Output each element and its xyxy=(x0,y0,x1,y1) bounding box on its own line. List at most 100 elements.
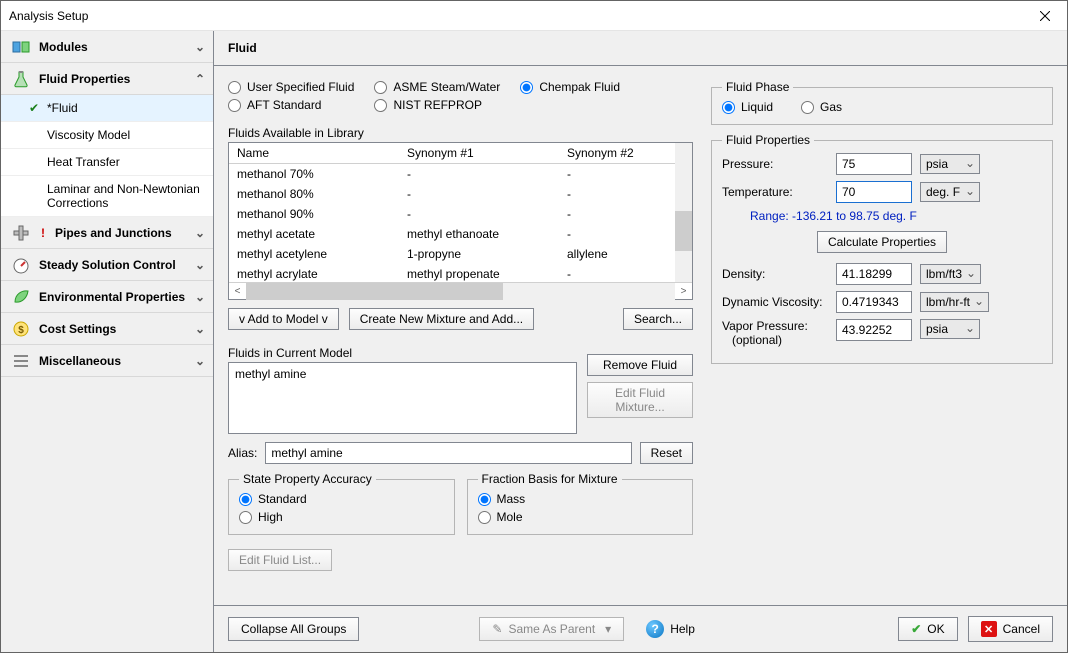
check-icon: ✔ xyxy=(29,101,39,115)
density-unit-select[interactable]: lbm/ft3 xyxy=(920,264,981,284)
main-panel: Fluid User Specified Fluid ASME Steam/Wa… xyxy=(214,31,1067,652)
chevron-down-icon: ⌄ xyxy=(195,322,205,336)
create-mixture-button[interactable]: Create New Mixture and Add... xyxy=(349,308,534,330)
radio-fraction-mole[interactable]: Mole xyxy=(478,510,683,524)
vapor-pressure-input[interactable] xyxy=(836,319,912,341)
dyn-viscosity-input[interactable] xyxy=(836,291,912,313)
grid-row[interactable]: methyl acetatemethyl ethanoate- xyxy=(229,224,675,244)
radio-accuracy-standard[interactable]: Standard xyxy=(239,492,444,506)
density-label: Density: xyxy=(722,267,828,281)
fluid-properties-legend: Fluid Properties xyxy=(722,133,814,147)
fluid-properties-group: Fluid Properties Pressure: psia Temperat… xyxy=(711,133,1053,364)
grid-row[interactable]: methyl acetylene1-propyneallylene xyxy=(229,244,675,264)
sidebar-group-modules[interactable]: Modules ⌄ xyxy=(1,31,213,63)
sidebar-group-pipes-junctions[interactable]: ! Pipes and Junctions ⌄ xyxy=(1,217,213,249)
alias-row: Alias: Reset xyxy=(228,442,693,464)
state-accuracy-legend: State Property Accuracy xyxy=(239,472,376,486)
grid-row[interactable]: methanol 80%-- xyxy=(229,184,675,204)
sidebar: Modules ⌄ Fluid Properties ⌃ ✔ *Fluid Vi… xyxy=(1,31,214,652)
flask-icon xyxy=(11,69,31,89)
gauge-icon xyxy=(11,255,31,275)
close-button[interactable] xyxy=(1022,1,1067,30)
dyn-viscosity-label: Dynamic Viscosity: xyxy=(722,295,828,309)
sidebar-group-environmental[interactable]: Environmental Properties ⌄ xyxy=(1,281,213,313)
help-icon: ? xyxy=(646,620,664,638)
search-button[interactable]: Search... xyxy=(623,308,693,330)
dyn-viscosity-unit-select[interactable]: lbm/hr-ft xyxy=(920,292,989,312)
add-to-model-button[interactable]: v Add to Model v xyxy=(228,308,339,330)
fraction-basis-group: Fraction Basis for Mixture Mass Mole xyxy=(467,472,694,535)
density-input[interactable] xyxy=(836,263,912,285)
radio-phase-gas[interactable]: Gas xyxy=(801,100,842,114)
vapor-pressure-unit-select[interactable]: psia xyxy=(920,319,980,339)
collapse-groups-button[interactable]: Collapse All Groups xyxy=(228,617,359,641)
fluid-library-grid[interactable]: Name Synonym #1 Synonym #2 methanol 70%-… xyxy=(228,142,693,300)
dropdown-icon: ▾ xyxy=(605,622,611,636)
col-header-syn2[interactable]: Synonym #2 xyxy=(567,146,684,160)
pressure-input[interactable] xyxy=(836,153,912,175)
radio-phase-liquid[interactable]: Liquid xyxy=(722,100,773,114)
sidebar-item-viscosity-model[interactable]: Viscosity Model xyxy=(1,122,213,149)
check-icon: ✔ xyxy=(911,622,921,636)
leaf-icon xyxy=(11,287,31,307)
reset-button[interactable]: Reset xyxy=(640,442,693,464)
ok-button[interactable]: ✔ OK xyxy=(898,617,957,641)
radio-chempak[interactable]: Chempak Fluid xyxy=(520,80,620,94)
radio-nist-refprop[interactable]: NIST REFPROP xyxy=(374,98,481,112)
remove-fluid-button[interactable]: Remove Fluid xyxy=(587,354,693,376)
sidebar-item-fluid[interactable]: ✔ *Fluid xyxy=(1,95,213,122)
fluid-phase-legend: Fluid Phase xyxy=(722,80,793,94)
modules-icon xyxy=(11,37,31,57)
sidebar-group-steady-solution[interactable]: Steady Solution Control ⌄ xyxy=(1,249,213,281)
grid-row[interactable]: methyl acrylatemethyl propenate- xyxy=(229,264,675,282)
fluid-phase-group: Fluid Phase Liquid Gas xyxy=(711,80,1053,125)
sidebar-group-fluid-properties[interactable]: Fluid Properties ⌃ xyxy=(1,63,213,95)
chevron-down-icon: ⌄ xyxy=(195,40,205,54)
window-title: Analysis Setup xyxy=(9,9,1022,23)
edit-mixture-button: Edit Fluid Mixture... xyxy=(587,382,693,418)
radio-fraction-mass[interactable]: Mass xyxy=(478,492,683,506)
grid-row[interactable]: methanol 70%-- xyxy=(229,164,675,184)
cancel-button[interactable]: ✕ Cancel xyxy=(968,616,1053,642)
radio-user-specified[interactable]: User Specified Fluid xyxy=(228,80,354,94)
pipes-icon xyxy=(11,223,31,243)
horizontal-scrollbar[interactable]: < > xyxy=(229,282,692,299)
state-accuracy-group: State Property Accuracy Standard High xyxy=(228,472,455,535)
col-header-name[interactable]: Name xyxy=(237,146,407,160)
temperature-label: Temperature: xyxy=(722,185,828,199)
sidebar-item-laminar-corrections[interactable]: Laminar and Non-Newtonian Corrections xyxy=(1,176,213,217)
help-button[interactable]: ? Help xyxy=(634,616,707,642)
vertical-scrollbar[interactable] xyxy=(675,143,692,282)
col-header-syn1[interactable]: Synonym #1 xyxy=(407,146,567,160)
grid-body: methanol 70%-- methanol 80%-- methanol 9… xyxy=(229,164,692,282)
scroll-right-icon[interactable]: > xyxy=(675,283,692,300)
temperature-input[interactable] xyxy=(836,181,912,203)
sidebar-group-label: Modules xyxy=(39,40,88,54)
alias-input[interactable] xyxy=(265,442,631,464)
list-item[interactable]: methyl amine xyxy=(235,367,570,381)
radio-asme[interactable]: ASME Steam/Water xyxy=(374,80,500,94)
temperature-range: Range: -136.21 to 98.75 deg. F xyxy=(750,209,1042,223)
grid-row[interactable]: methanol 90%-- xyxy=(229,204,675,224)
page-title: Fluid xyxy=(214,31,1067,66)
radio-aft-standard[interactable]: AFT Standard xyxy=(228,98,321,112)
alert-icon: ! xyxy=(41,226,45,240)
sidebar-group-miscellaneous[interactable]: Miscellaneous ⌄ xyxy=(1,345,213,377)
radio-accuracy-high[interactable]: High xyxy=(239,510,444,524)
pressure-unit-select[interactable]: psia xyxy=(920,154,980,174)
sidebar-group-label: Cost Settings xyxy=(39,322,116,336)
chevron-down-icon: ⌄ xyxy=(195,354,205,368)
calculate-properties-button[interactable]: Calculate Properties xyxy=(817,231,947,253)
library-label: Fluids Available in Library xyxy=(228,126,693,140)
dollar-icon: $ xyxy=(11,319,31,339)
edit-fluid-list-button: Edit Fluid List... xyxy=(228,549,332,571)
scroll-left-icon[interactable]: < xyxy=(229,283,246,300)
chevron-down-icon: ⌄ xyxy=(195,258,205,272)
vapor-pressure-label: Vapor Pressure: (optional) xyxy=(722,319,828,347)
sidebar-group-cost-settings[interactable]: $ Cost Settings ⌄ xyxy=(1,313,213,345)
sidebar-item-heat-transfer[interactable]: Heat Transfer xyxy=(1,149,213,176)
current-model-list[interactable]: methyl amine xyxy=(228,362,577,434)
temperature-unit-select[interactable]: deg. F xyxy=(920,182,980,202)
grid-header: Name Synonym #1 Synonym #2 xyxy=(229,143,692,164)
current-model-label: Fluids in Current Model xyxy=(228,346,577,360)
